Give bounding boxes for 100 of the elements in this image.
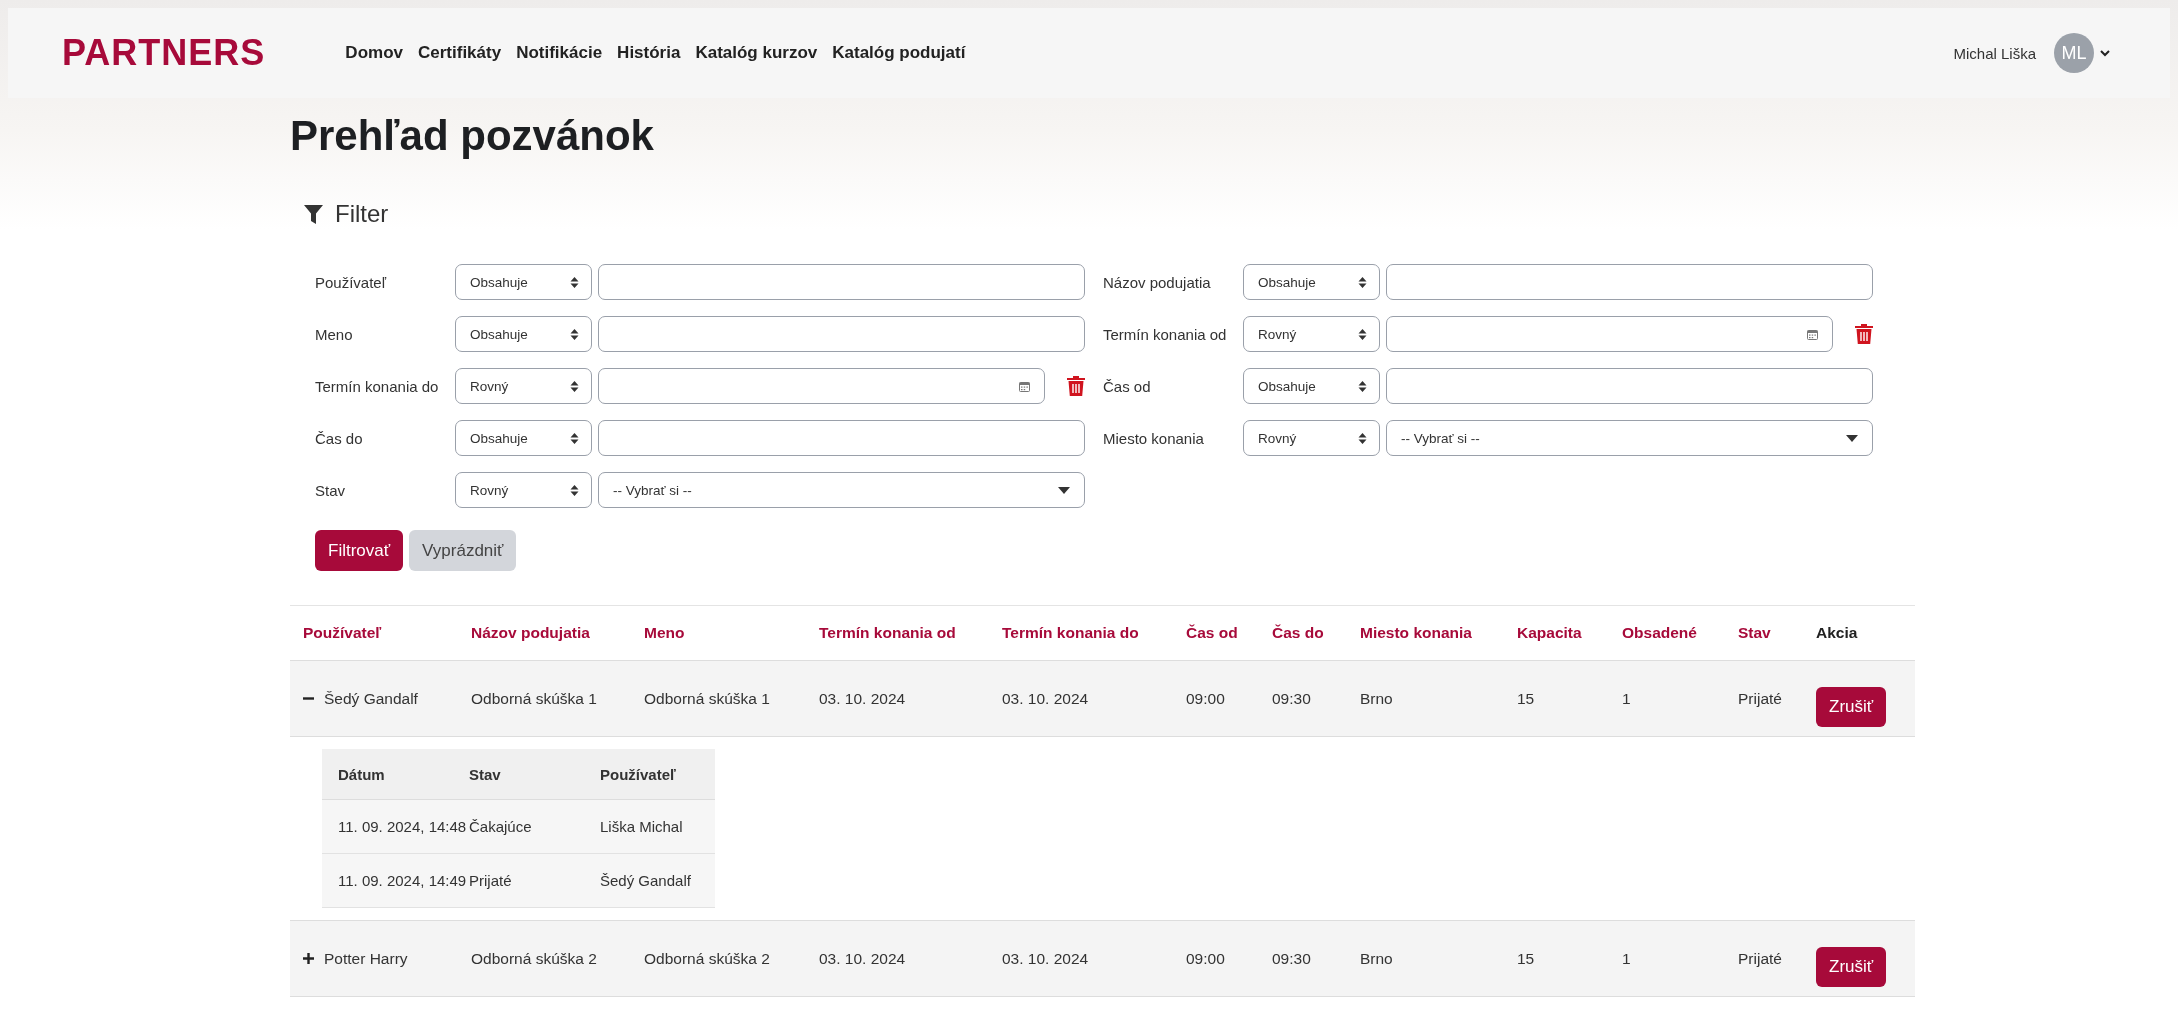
field-label: Miesto konania bbox=[1103, 429, 1205, 447]
sort-arrows-icon bbox=[570, 327, 579, 341]
operator-select[interactable]: Obsahuje bbox=[1243, 264, 1380, 300]
sort-arrows-icon bbox=[570, 431, 579, 445]
field-label: Čas od bbox=[1103, 377, 1152, 395]
field-label: Čas do bbox=[315, 429, 364, 447]
sortable-column-header[interactable]: Termín konania od bbox=[819, 624, 956, 641]
sort-arrows-icon bbox=[1358, 431, 1367, 445]
table-cell: Prijaté bbox=[1738, 689, 1782, 707]
table-cell: 03. 10. 2024 bbox=[1002, 689, 1089, 707]
nav-link[interactable]: Katalóg kurzov bbox=[695, 43, 818, 63]
field-label: Názov podujatia bbox=[1103, 273, 1212, 291]
table-cell: Brno bbox=[1360, 949, 1393, 967]
sort-arrows-icon bbox=[1358, 275, 1367, 289]
sortable-column-header[interactable]: Názov podujatia bbox=[471, 624, 590, 641]
table-cell: Odborná skúška 2 bbox=[644, 949, 770, 967]
field-label: Používateľ bbox=[315, 273, 388, 291]
nav-link[interactable]: Certifikáty bbox=[418, 43, 502, 63]
sort-arrows-icon bbox=[570, 275, 579, 289]
table-cell: 15 bbox=[1517, 949, 1535, 967]
sortable-column-header[interactable]: Meno bbox=[644, 624, 685, 641]
text-field[interactable] bbox=[1386, 264, 1873, 300]
sort-arrows-icon bbox=[1358, 327, 1367, 341]
table-cell: Prijaté bbox=[469, 872, 512, 889]
sortable-column-header[interactable]: Čas do bbox=[1272, 624, 1324, 641]
operator-select[interactable]: Obsahuje bbox=[455, 264, 592, 300]
dropdown-caret-icon bbox=[1058, 486, 1070, 494]
table-cell: 09:30 bbox=[1272, 949, 1311, 967]
clear-button[interactable]: Vyprázdniť bbox=[409, 530, 517, 571]
table-cell: 09:30 bbox=[1272, 689, 1311, 707]
sort-arrows-icon bbox=[570, 379, 579, 393]
sortable-column-header[interactable]: Miesto konania bbox=[1360, 624, 1472, 641]
table-cell: 11. 09. 2024, 14:49 bbox=[338, 872, 467, 889]
filter-icon bbox=[304, 204, 323, 224]
table-cell: 03. 10. 2024 bbox=[819, 689, 906, 707]
table-cell: Odborná skúška 2 bbox=[471, 949, 597, 967]
table-cell: 03. 10. 2024 bbox=[819, 949, 906, 967]
sort-arrows-icon bbox=[1358, 379, 1367, 393]
nav-link[interactable]: História bbox=[617, 43, 681, 63]
column-header: Akcia bbox=[1816, 624, 1858, 641]
table-cell: 03. 10. 2024 bbox=[1002, 949, 1089, 967]
trash-icon[interactable] bbox=[1067, 376, 1085, 396]
nav-link[interactable]: Domov bbox=[345, 43, 403, 63]
table-cell: Potter Harry bbox=[324, 949, 408, 968]
operator-select[interactable]: Rovný bbox=[1243, 420, 1380, 456]
sortable-column-header[interactable]: Termín konania do bbox=[1002, 624, 1139, 641]
sort-arrows-icon bbox=[570, 483, 579, 497]
page-title: Prehľad pozvánok bbox=[290, 111, 655, 161]
text-field[interactable] bbox=[598, 316, 1085, 352]
table-cell: 09:00 bbox=[1186, 689, 1225, 707]
expand-plus-icon[interactable] bbox=[303, 953, 314, 964]
table-cell: Prijaté bbox=[1738, 949, 1782, 967]
operator-select[interactable]: Obsahuje bbox=[455, 420, 592, 456]
table-cell: 1 bbox=[1622, 689, 1631, 707]
table-cell: Liška Michal bbox=[600, 818, 683, 835]
nav-link[interactable]: Katalóg podujatí bbox=[832, 43, 966, 63]
text-field[interactable] bbox=[598, 264, 1085, 300]
filter-button[interactable]: Filtrovať bbox=[315, 530, 404, 571]
table-cell: Brno bbox=[1360, 689, 1393, 707]
sortable-column-header[interactable]: Stav bbox=[1738, 624, 1771, 641]
column-header: Používateľ bbox=[600, 765, 676, 783]
sortable-column-header[interactable]: Čas od bbox=[1186, 624, 1238, 641]
nav-link[interactable]: Notifikácie bbox=[516, 43, 603, 63]
operator-select[interactable]: Rovný bbox=[455, 472, 592, 508]
field-label: Stav bbox=[315, 481, 346, 499]
table-cell: Odborná skúška 1 bbox=[644, 689, 770, 707]
table-cell: 1 bbox=[1622, 949, 1631, 967]
dropdown-field[interactable]: -- Vybrať si -- bbox=[1386, 420, 1873, 456]
field-label: Termín konania do bbox=[315, 377, 440, 395]
table-cell: Šedý Gandalf bbox=[600, 872, 691, 889]
calendar-icon[interactable] bbox=[1807, 328, 1818, 340]
dropdown-caret-icon bbox=[1846, 434, 1858, 442]
operator-select[interactable]: Obsahuje bbox=[455, 316, 592, 352]
calendar-icon[interactable] bbox=[1019, 380, 1030, 392]
table-cell: 15 bbox=[1517, 689, 1535, 707]
table-cell: Odborná skúška 1 bbox=[471, 689, 597, 707]
trash-icon[interactable] bbox=[1855, 324, 1873, 344]
dropdown-field[interactable]: -- Vybrať si -- bbox=[598, 472, 1085, 508]
table-cell: 11. 09. 2024, 14:48 bbox=[338, 818, 467, 835]
cancel-button[interactable]: Zrušiť bbox=[1816, 686, 1887, 727]
text-field[interactable] bbox=[598, 420, 1085, 456]
user-name: Michal Liška bbox=[1953, 44, 2036, 62]
date-field[interactable] bbox=[598, 368, 1045, 404]
table-cell: Čakajúce bbox=[469, 818, 532, 835]
chevron-down-icon[interactable] bbox=[2100, 49, 2110, 57]
filter-heading: Filter bbox=[335, 200, 389, 228]
column-header: Dátum bbox=[338, 765, 385, 783]
table-cell: 09:00 bbox=[1186, 949, 1225, 967]
operator-select[interactable]: Rovný bbox=[1243, 316, 1380, 352]
sortable-column-header[interactable]: Kapacita bbox=[1517, 624, 1582, 641]
operator-select[interactable]: Obsahuje bbox=[1243, 368, 1380, 404]
sortable-column-header[interactable]: Používateľ bbox=[303, 624, 382, 641]
cancel-button[interactable]: Zrušiť bbox=[1816, 946, 1887, 987]
brand-logo[interactable]: PARTNERS bbox=[62, 32, 266, 74]
table-cell: Šedý Gandalf bbox=[324, 689, 418, 708]
date-field[interactable] bbox=[1386, 316, 1833, 352]
sortable-column-header[interactable]: Obsadené bbox=[1622, 624, 1697, 641]
text-field[interactable] bbox=[1386, 368, 1873, 404]
field-label: Termín konania od bbox=[1103, 325, 1228, 343]
operator-select[interactable]: Rovný bbox=[455, 368, 592, 404]
